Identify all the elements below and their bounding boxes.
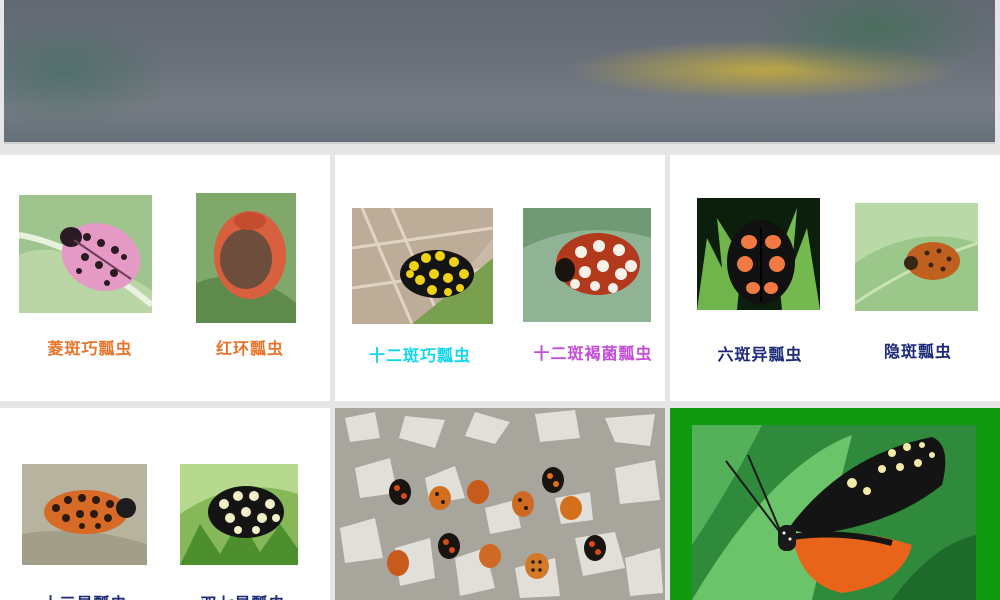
butterfly-photo xyxy=(692,425,976,600)
double-seven-spot-ladybug-photo xyxy=(180,464,298,565)
caption-thirteen-spot-ladybug: 十三星瓢虫 xyxy=(15,590,155,600)
twelve-spot-brown-ladybug-photo xyxy=(523,208,651,322)
caption-ling-ban-qiao-ladybug: 菱斑巧瓢虫 xyxy=(47,339,133,358)
hidden-spot-ladybug-photo xyxy=(855,203,978,311)
ladybug-panel-2: 十二斑巧瓢虫 十二斑褐菌瓢虫 xyxy=(335,155,665,401)
butterfly-photo-frame xyxy=(670,408,1000,600)
ladybug-variants-terrazzo-photo xyxy=(335,408,665,600)
caption-six-spot-ladybug: 六斑异瓢虫 xyxy=(717,345,803,364)
twelve-spot-yellow-ladybug-photo xyxy=(352,208,493,324)
thirteen-spot-ladybug-photo xyxy=(22,464,147,565)
caption-twelve-spot-qiao-ladybug: 十二斑巧瓢虫 xyxy=(368,346,471,365)
pink-ladybug-photo xyxy=(19,195,152,313)
ladybug-panel-3: 六斑异瓢虫 隐斑瓢虫 xyxy=(670,155,1000,401)
red-ring-ladybug-photo xyxy=(196,193,296,323)
caption-double-seven-spot-ladybug: 双七星瓢虫 xyxy=(173,590,313,600)
caption-hidden-spot-ladybug: 隐斑瓢虫 xyxy=(883,342,952,361)
ladybug-panel-1: 菱斑巧瓢虫 红环瓢虫 xyxy=(0,155,330,401)
six-spot-ladybug-photo xyxy=(697,198,820,310)
caption-hong-huan-ladybug: 红环瓢虫 xyxy=(215,339,284,358)
header-banner-image xyxy=(4,0,995,144)
caption-twelve-spot-brown-fungus-ladybug: 十二斑褐菌瓢虫 xyxy=(533,344,653,363)
ladybug-panel-4: 十三星瓢虫 双七星瓢虫 xyxy=(0,408,330,600)
